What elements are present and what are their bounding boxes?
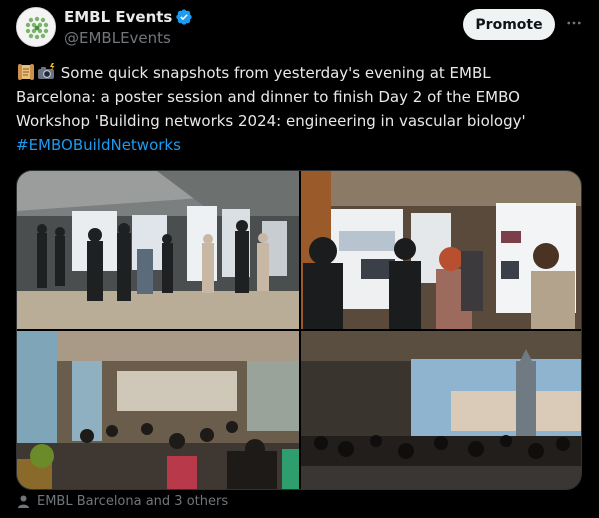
camera-flash-emoji-icon	[36, 62, 56, 82]
tweet-text: Some quick snapshots from yesterday's ev…	[16, 61, 582, 157]
embl-logo-icon	[17, 8, 55, 46]
media-grid	[16, 170, 582, 490]
photo-poster-viewers[interactable]	[301, 171, 581, 329]
avatar[interactable]	[16, 7, 56, 47]
tweet: EMBL Events @EMBLEvents Promote Some qui…	[0, 0, 599, 518]
tagged-people[interactable]: EMBL Barcelona and 3 others	[16, 494, 228, 509]
scroll-emoji-icon	[16, 62, 36, 82]
more-options-icon[interactable]	[565, 14, 583, 32]
photo-dinner-terrace[interactable]	[301, 331, 581, 489]
tagged-people-text[interactable]: EMBL Barcelona and 3 others	[37, 494, 228, 509]
promote-button[interactable]: Promote	[463, 9, 555, 40]
author-name-row[interactable]: EMBL Events	[64, 8, 193, 26]
display-name[interactable]: EMBL Events	[64, 8, 172, 26]
tweet-text-line-3: Workshop 'Building networks 2024: engine…	[16, 112, 526, 130]
tweet-text-content-1: Some quick snapshots from yesterday's ev…	[60, 64, 491, 82]
photo-dinner-indoor[interactable]	[17, 331, 299, 489]
tweet-text-line-2: Barcelona: a poster session and dinner t…	[16, 88, 520, 106]
tweet-text-line-1: Some quick snapshots from yesterday's ev…	[16, 61, 582, 85]
person-icon	[16, 494, 31, 509]
user-handle[interactable]: @EMBLEvents	[64, 29, 171, 47]
verified-badge-icon	[175, 8, 193, 26]
hashtag-link[interactable]: #EMBOBuildNetworks	[16, 133, 582, 157]
photo-poster-session[interactable]	[17, 171, 299, 329]
